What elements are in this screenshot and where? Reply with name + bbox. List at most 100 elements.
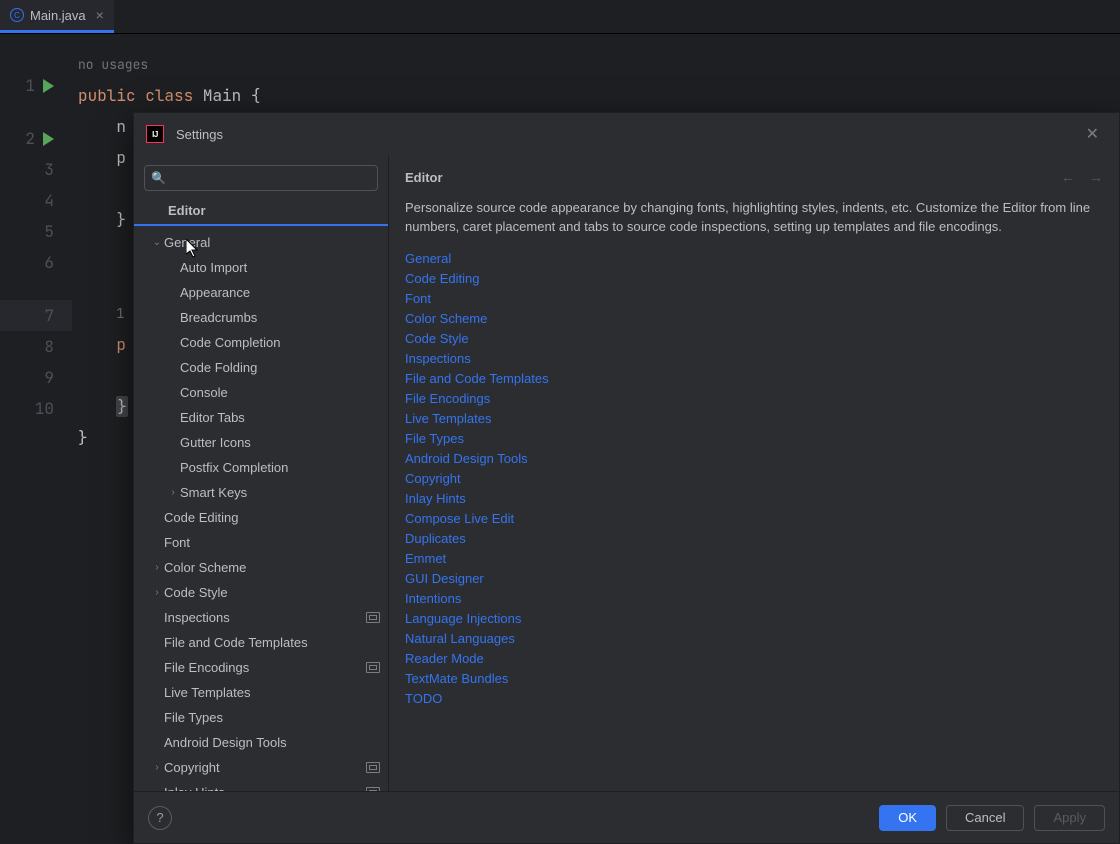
tree-item-file-types[interactable]: File Types xyxy=(134,705,388,730)
tree-item-font[interactable]: Font xyxy=(134,530,388,555)
tree-arrow-spacer xyxy=(150,737,164,748)
tree-item-console[interactable]: Console xyxy=(134,380,388,405)
settings-link-gui-designer[interactable]: GUI Designer xyxy=(405,571,1095,586)
content-title: Editor xyxy=(405,170,443,185)
settings-link-file-encodings[interactable]: File Encodings xyxy=(405,391,1095,406)
chevron-right-icon: › xyxy=(166,487,180,498)
tree-item-code-folding[interactable]: Code Folding xyxy=(134,355,388,380)
tree-item-label: File and Code Templates xyxy=(164,635,308,650)
chevron-right-icon: › xyxy=(150,587,164,598)
tree-item-label: Appearance xyxy=(180,285,250,300)
tree-item-copyright[interactable]: ›Copyright xyxy=(134,755,388,780)
tree-item-appearance[interactable]: Appearance xyxy=(134,280,388,305)
line-number: 10 xyxy=(35,393,54,424)
cancel-button[interactable]: Cancel xyxy=(946,805,1024,831)
intellij-icon xyxy=(146,125,164,143)
tree-item-smart-keys[interactable]: ›Smart Keys xyxy=(134,480,388,505)
tree-arrow-spacer xyxy=(150,537,164,548)
settings-tree-panel: 🔍 Editor ⌄General Auto Import Appearance… xyxy=(134,155,389,791)
nav-back-icon[interactable]: ← xyxy=(1061,169,1075,185)
chevron-down-icon: ⌄ xyxy=(150,237,164,248)
tree-item-color-scheme[interactable]: ›Color Scheme xyxy=(134,555,388,580)
settings-link-inlay-hints[interactable]: Inlay Hints xyxy=(405,491,1095,506)
tree-arrow-spacer xyxy=(166,412,180,423)
tree-item-label: Breadcrumbs xyxy=(180,310,257,325)
ok-button[interactable]: OK xyxy=(879,805,936,831)
tree-item-postfix-completion[interactable]: Postfix Completion xyxy=(134,455,388,480)
settings-link-natural-languages[interactable]: Natural Languages xyxy=(405,631,1095,646)
tree-arrow-spacer xyxy=(166,287,180,298)
tree-item-android-design-tools[interactable]: Android Design Tools xyxy=(134,730,388,755)
tree-item-auto-import[interactable]: Auto Import xyxy=(134,255,388,280)
tree-item-live-templates[interactable]: Live Templates xyxy=(134,680,388,705)
settings-link-general[interactable]: General xyxy=(405,251,1095,266)
tree-item-label: Android Design Tools xyxy=(164,735,287,750)
settings-link-intentions[interactable]: Intentions xyxy=(405,591,1095,606)
apply-button[interactable]: Apply xyxy=(1034,805,1105,831)
nav-forward-icon[interactable]: → xyxy=(1089,169,1103,185)
line-number: 3 xyxy=(36,154,54,185)
search-input[interactable] xyxy=(170,171,371,186)
settings-link-todo[interactable]: TODO xyxy=(405,691,1095,706)
settings-link-font[interactable]: Font xyxy=(405,291,1095,306)
help-button[interactable]: ? xyxy=(148,806,172,830)
line-number: 5 xyxy=(36,216,54,247)
tree-arrow-spacer xyxy=(150,662,164,673)
tree-item-file-and-code-templates[interactable]: File and Code Templates xyxy=(134,630,388,655)
chevron-right-icon: › xyxy=(150,562,164,573)
settings-link-live-templates[interactable]: Live Templates xyxy=(405,411,1095,426)
tree-item-code-style[interactable]: ›Code Style xyxy=(134,580,388,605)
tree-item-code-editing[interactable]: Code Editing xyxy=(134,505,388,530)
settings-link-textmate-bundles[interactable]: TextMate Bundles xyxy=(405,671,1095,686)
tree-item-code-completion[interactable]: Code Completion xyxy=(134,330,388,355)
settings-dialog: Settings ✕ 🔍 Editor ⌄General Auto Import… xyxy=(133,112,1120,844)
tree-arrow-spacer xyxy=(166,387,180,398)
settings-tree[interactable]: ⌄General Auto Import Appearance Breadcru… xyxy=(134,226,388,791)
settings-link-file-and-code-templates[interactable]: File and Code Templates xyxy=(405,371,1095,386)
tree-arrow-spacer xyxy=(150,712,164,723)
settings-link-android-design-tools[interactable]: Android Design Tools xyxy=(405,451,1095,466)
run-gutter-icon[interactable] xyxy=(43,79,54,93)
tab-filename: Main.java xyxy=(30,8,86,23)
settings-description: Personalize source code appearance by ch… xyxy=(405,199,1095,237)
tree-item-label: Smart Keys xyxy=(180,485,247,500)
tree-root-editor[interactable]: Editor xyxy=(134,197,388,226)
file-tab-main-java[interactable]: C Main.java × xyxy=(0,0,114,33)
tree-item-label: Editor Tabs xyxy=(180,410,245,425)
settings-link-inspections[interactable]: Inspections xyxy=(405,351,1095,366)
project-scope-icon xyxy=(366,662,380,673)
project-scope-icon xyxy=(366,787,380,791)
chevron-right-icon: › xyxy=(150,762,164,773)
tree-item-label: Color Scheme xyxy=(164,560,246,575)
close-tab-icon[interactable]: × xyxy=(96,7,104,23)
settings-link-duplicates[interactable]: Duplicates xyxy=(405,531,1095,546)
settings-link-color-scheme[interactable]: Color Scheme xyxy=(405,311,1095,326)
settings-link-code-editing[interactable]: Code Editing xyxy=(405,271,1095,286)
settings-link-code-style[interactable]: Code Style xyxy=(405,331,1095,346)
tree-item-inspections[interactable]: Inspections xyxy=(134,605,388,630)
settings-link-copyright[interactable]: Copyright xyxy=(405,471,1095,486)
line-number: 9 xyxy=(36,362,54,393)
tree-item-file-encodings[interactable]: File Encodings xyxy=(134,655,388,680)
settings-link-emmet[interactable]: Emmet xyxy=(405,551,1095,566)
settings-link-language-injections[interactable]: Language Injections xyxy=(405,611,1095,626)
settings-link-compose-live-edit[interactable]: Compose Live Edit xyxy=(405,511,1095,526)
tree-arrow-spacer xyxy=(150,612,164,623)
close-dialog-icon[interactable]: ✕ xyxy=(1078,120,1107,148)
settings-link-file-types[interactable]: File Types xyxy=(405,431,1095,446)
tree-item-general[interactable]: ⌄General xyxy=(134,230,388,255)
tree-item-label: Code Style xyxy=(164,585,228,600)
settings-search[interactable]: 🔍 xyxy=(144,165,378,191)
search-icon: 🔍 xyxy=(151,171,166,185)
line-number: 7 xyxy=(36,300,54,331)
tree-item-editor-tabs[interactable]: Editor Tabs xyxy=(134,405,388,430)
tree-arrow-spacer xyxy=(150,512,164,523)
run-gutter-icon[interactable] xyxy=(43,132,54,146)
tree-item-label: Postfix Completion xyxy=(180,460,288,475)
tree-item-inlay-hints[interactable]: Inlay Hints xyxy=(134,780,388,791)
tree-item-breadcrumbs[interactable]: Breadcrumbs xyxy=(134,305,388,330)
tree-item-gutter-icons[interactable]: Gutter Icons xyxy=(134,430,388,455)
settings-link-reader-mode[interactable]: Reader Mode xyxy=(405,651,1095,666)
tree-arrow-spacer xyxy=(166,362,180,373)
dialog-title-bar: Settings ✕ xyxy=(134,113,1119,155)
